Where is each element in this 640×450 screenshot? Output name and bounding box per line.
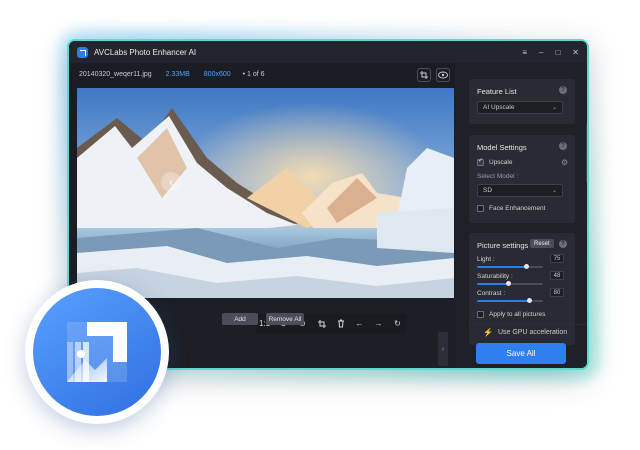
contrast-slider-knob[interactable]: [527, 298, 533, 303]
chevron-down-icon: ⌄: [551, 188, 557, 194]
gpu-acceleration-toggle[interactable]: ⚡ Use GPU acceleration: [483, 328, 567, 337]
saturability-slider-fill: [477, 283, 509, 285]
apply-all-label: Apply to all pictures: [489, 311, 546, 318]
crop-icon: [420, 71, 428, 79]
picture-settings-title: Picture settings: [477, 241, 529, 250]
select-model-label: Select Model :: [477, 173, 519, 180]
chevron-left-icon: ‹: [169, 175, 173, 189]
light-slider[interactable]: [477, 264, 543, 269]
apply-all-checkbox[interactable]: [477, 311, 484, 318]
menu-icon[interactable]: ≡: [522, 48, 527, 57]
model-select[interactable]: SD ⌄: [477, 184, 563, 197]
saturability-label: Saturability :: [477, 273, 513, 280]
reset-button[interactable]: Reset: [530, 239, 554, 248]
model-select-value: SD: [483, 187, 493, 194]
upscale-checkbox[interactable]: [477, 157, 484, 166]
image-counter: • 1 of 6: [242, 70, 265, 78]
brand-logo-badge: [33, 288, 161, 416]
chevron-right-icon: ›: [441, 345, 445, 353]
app-logo-icon: [77, 46, 88, 58]
contrast-slider[interactable]: [477, 298, 543, 303]
preview-toggle-button[interactable]: [436, 68, 450, 82]
photo-enhancer-logo-icon: [67, 322, 127, 382]
crop-icon[interactable]: [315, 319, 329, 328]
saturability-value[interactable]: 48: [550, 271, 564, 280]
lightning-icon: ⚡: [483, 328, 493, 337]
arrow-right-icon[interactable]: →: [372, 319, 386, 328]
upscale-label: Upscale: [489, 159, 513, 166]
app-title: AVCLabs Photo Enhancer AI: [94, 47, 197, 57]
feature-list-title: Feature List: [477, 87, 517, 96]
contrast-slider-fill: [477, 300, 530, 302]
rotate-icon[interactable]: ↻: [391, 319, 405, 328]
saturability-slider-knob[interactable]: [506, 281, 512, 286]
face-enhancement-label: Face Enhancement: [489, 205, 546, 212]
model-settings-title: Model Settings: [477, 143, 527, 152]
light-slider-knob[interactable]: [524, 264, 529, 269]
help-icon[interactable]: ?: [559, 86, 567, 94]
face-enhancement-checkbox[interactable]: [477, 205, 484, 212]
add-button[interactable]: Add: [222, 313, 258, 325]
title-bar: AVCLabs Photo Enhancer AI ≡ – □ ✕: [69, 41, 587, 63]
trash-icon[interactable]: [334, 319, 348, 328]
light-slider-fill: [477, 266, 527, 268]
light-label: Light :: [477, 256, 495, 263]
gpu-label: Use GPU acceleration: [497, 329, 568, 336]
light-value[interactable]: 75: [550, 254, 564, 263]
image-info-bar: 20140320_weqer11.jpg 2.33MB 800x600 • 1 …: [69, 63, 457, 85]
panel-scrollbar[interactable]: [586, 123, 587, 183]
expand-panel-button[interactable]: ›: [438, 332, 448, 366]
remove-all-button[interactable]: Remove All: [266, 313, 304, 325]
landscape-photo: [77, 88, 454, 298]
file-name: 20140320_weqer11.jpg: [79, 70, 152, 78]
feature-list-card: Feature List ? AI Upscale ⌄: [469, 79, 575, 124]
previous-image-button[interactable]: ‹: [161, 172, 181, 192]
image-viewer[interactable]: ‹ ›: [77, 88, 454, 298]
stage: AVCLabs Photo Enhancer AI ≡ – □ ✕ 201403…: [0, 0, 640, 450]
eye-icon: [438, 71, 448, 79]
file-size: 2.33MB: [165, 70, 190, 78]
chevron-down-icon: ⌄: [551, 105, 557, 111]
contrast-label: Contrast :: [477, 290, 506, 297]
panel-divider: [469, 324, 587, 325]
feature-select-value: AI Upscale: [483, 104, 515, 111]
save-all-button[interactable]: Save All: [476, 343, 566, 364]
contrast-value[interactable]: 80: [550, 288, 564, 297]
brand-logo: [25, 280, 169, 424]
maximize-icon[interactable]: □: [555, 48, 560, 57]
arrow-left-icon[interactable]: ←: [353, 319, 367, 328]
image-dimensions: 800x600: [203, 70, 231, 78]
minimize-icon[interactable]: –: [539, 48, 543, 57]
model-settings-card: Model Settings ? Upscale ⚙ Select Model …: [469, 135, 575, 223]
close-icon[interactable]: ✕: [572, 48, 579, 57]
window-controls: ≡ – □ ✕: [522, 41, 579, 63]
crop-view-button[interactable]: [417, 68, 431, 82]
settings-gear-icon[interactable]: ⚙: [561, 158, 568, 167]
help-icon[interactable]: ?: [559, 240, 567, 248]
feature-select[interactable]: AI Upscale ⌄: [477, 101, 563, 114]
help-icon[interactable]: ?: [559, 142, 567, 150]
saturability-slider[interactable]: [477, 281, 543, 286]
